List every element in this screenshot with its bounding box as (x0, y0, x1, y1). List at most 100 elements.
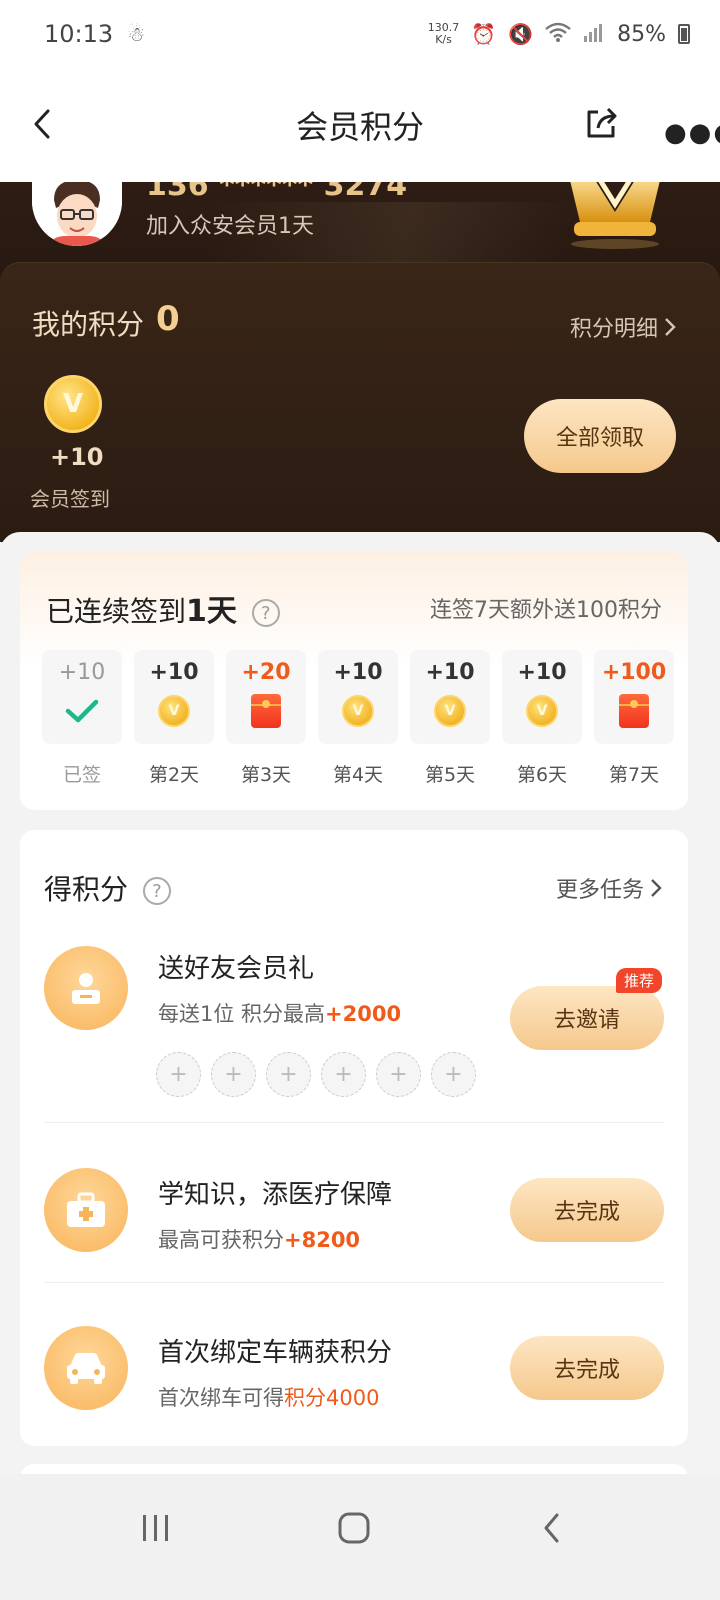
nav-bar: 会员积分 ●●● (0, 68, 720, 182)
checkin-day: +10 V 第6天 (502, 650, 582, 787)
status-bar: 10:13 ☃ 130.7 K/s ⏰ 🔇 85% (0, 0, 720, 68)
day-label: 已签 (62, 764, 101, 786)
battery-icon (678, 24, 690, 44)
member-header: 136 ****** 3274 加入众安会员1天 我的积分 0 积分明细 V +… (0, 182, 720, 542)
checkin-day: +10 V 第2天 (134, 650, 214, 787)
notification-app-icon: ☃ (127, 22, 146, 46)
checkin-bonus-text: 连签7天额外送100积分 (430, 598, 662, 623)
more-tasks-label: 更多任务 (555, 878, 644, 903)
points-label: 我的积分 (32, 308, 145, 341)
day-box: +100 (594, 650, 674, 744)
day-box: +20 (226, 650, 306, 744)
day-box: +10 V (318, 650, 398, 744)
invite-slots: + + + + + + (156, 1052, 476, 1097)
points-card: 我的积分 0 积分明细 V +10 会员签到 全部领取 (0, 262, 720, 542)
share-button[interactable] (584, 104, 624, 144)
pending-reward: +10 (50, 443, 104, 471)
checkin-day: +10 V 第5天 (410, 650, 490, 787)
coin-icon: V (157, 694, 191, 728)
recent-apps-button[interactable] (136, 1508, 176, 1548)
gift-card-icon (44, 946, 128, 1030)
invite-button[interactable]: 去邀请 (510, 986, 664, 1050)
checkin-card: 已连续签到1天 ? 连签7天额外送100积分 +10 已签 +10 V 第2天 … (20, 552, 688, 810)
task-desc: 每送1位 积分最高+2000 (158, 998, 401, 1028)
pending-reward-label: 会员签到 (30, 487, 110, 511)
task-desc-prefix: 每送1位 积分最高 (158, 1002, 326, 1026)
invite-slot[interactable]: + (376, 1052, 421, 1097)
day-label: 第6天 (516, 764, 568, 786)
points-detail-link[interactable]: 积分明细 (570, 311, 676, 343)
help-icon[interactable]: ? (251, 599, 280, 627)
signal-icon (583, 22, 605, 47)
day-points: +10 (58, 660, 106, 685)
task-desc-prefix: 最高可获积分 (158, 1228, 284, 1252)
red-envelope-icon (617, 694, 651, 728)
member-since: 加入众安会员1天 (146, 214, 314, 239)
coin-icon[interactable]: V (44, 375, 102, 433)
coin-symbol: V (526, 695, 558, 727)
tasks-card: 得积分 ? 更多任务 送好友会员礼 每送1位 积分最高+2000 + + + +… (20, 830, 688, 1446)
day-points: +20 (241, 660, 291, 685)
day-label: 第7天 (608, 764, 660, 786)
points-value: 0 (156, 299, 180, 339)
masked-phone-number: 136 ****** 3274 (146, 182, 408, 203)
day-box: +10 V (502, 650, 582, 744)
status-time: 10:13 (44, 20, 114, 48)
day-label: 第4天 (332, 764, 384, 786)
checkin-title-count: 1天 (186, 594, 237, 629)
task-desc-highlight: +2000 (325, 1002, 402, 1026)
task-desc: 最高可获积分+8200 (158, 1224, 360, 1254)
more-icon: ●●● (664, 118, 720, 148)
claim-all-button[interactable]: 全部领取 (524, 399, 676, 473)
day-points: +10 (425, 660, 475, 685)
back-button[interactable] (22, 104, 62, 144)
checkin-day: +20 第3天 (226, 650, 306, 787)
day-points: +10 (517, 660, 567, 685)
day-points: +10 (149, 660, 199, 685)
page-title: 会员积分 (295, 108, 424, 146)
task-desc-prefix: 首次绑车可得 (158, 1386, 284, 1410)
task-title: 学知识，添医疗保障 (158, 1180, 393, 1210)
task-desc: 首次绑车可得积分4000 (158, 1382, 379, 1412)
more-tasks-link[interactable]: 更多任务 (556, 872, 662, 904)
complete-task-button[interactable]: 去完成 (510, 1336, 664, 1400)
checkin-days: +10 已签 +10 V 第2天 +20 第3天 +10 V 第4天 +10 V… (42, 650, 674, 787)
net-speed-unit: K/s (435, 33, 452, 46)
checkin-day: +10 已签 (42, 650, 122, 787)
wifi-icon (545, 22, 571, 47)
complete-task-button[interactable]: 去完成 (510, 1178, 664, 1242)
invite-slot[interactable]: + (156, 1052, 201, 1097)
points-detail-label: 积分明细 (570, 317, 659, 342)
home-button[interactable] (334, 1508, 374, 1548)
checkin-day: +10 V 第4天 (318, 650, 398, 787)
more-options-button[interactable]: ●●● (664, 118, 720, 148)
day-box: +10 V (134, 650, 214, 744)
day-points: +100 (601, 660, 667, 685)
coin-icon: V (525, 694, 559, 728)
car-icon (44, 1326, 128, 1410)
invite-slot[interactable]: + (211, 1052, 256, 1097)
coin-icon: V (433, 694, 467, 728)
back-icon (544, 1513, 559, 1543)
coin-symbol: V (158, 695, 190, 727)
tasks-title: 得积分 ? (44, 868, 171, 908)
coin-symbol: V (434, 695, 466, 727)
checkin-title-prefix: 已连续签到 (46, 595, 187, 628)
help-icon[interactable]: ? (142, 877, 171, 905)
invite-slot[interactable]: + (321, 1052, 366, 1097)
day-points: +10 (333, 660, 383, 685)
coin-symbol: V (62, 389, 84, 419)
system-navigation-bar (0, 1474, 720, 1600)
chevron-left-icon (34, 109, 50, 139)
invite-slot[interactable]: + (266, 1052, 311, 1097)
chevron-right-icon (651, 879, 662, 897)
crown-icon (560, 182, 670, 252)
medical-kit-icon (44, 1168, 128, 1252)
recommend-badge: 推荐 (616, 968, 663, 993)
battery-level: 85% (617, 21, 666, 47)
task-desc-highlight: 积分4000 (284, 1386, 380, 1410)
system-back-button[interactable] (532, 1508, 572, 1548)
coin-symbol: V (342, 695, 374, 727)
net-speed: 130.7 K/s (428, 22, 460, 46)
invite-slot[interactable]: + (431, 1052, 476, 1097)
